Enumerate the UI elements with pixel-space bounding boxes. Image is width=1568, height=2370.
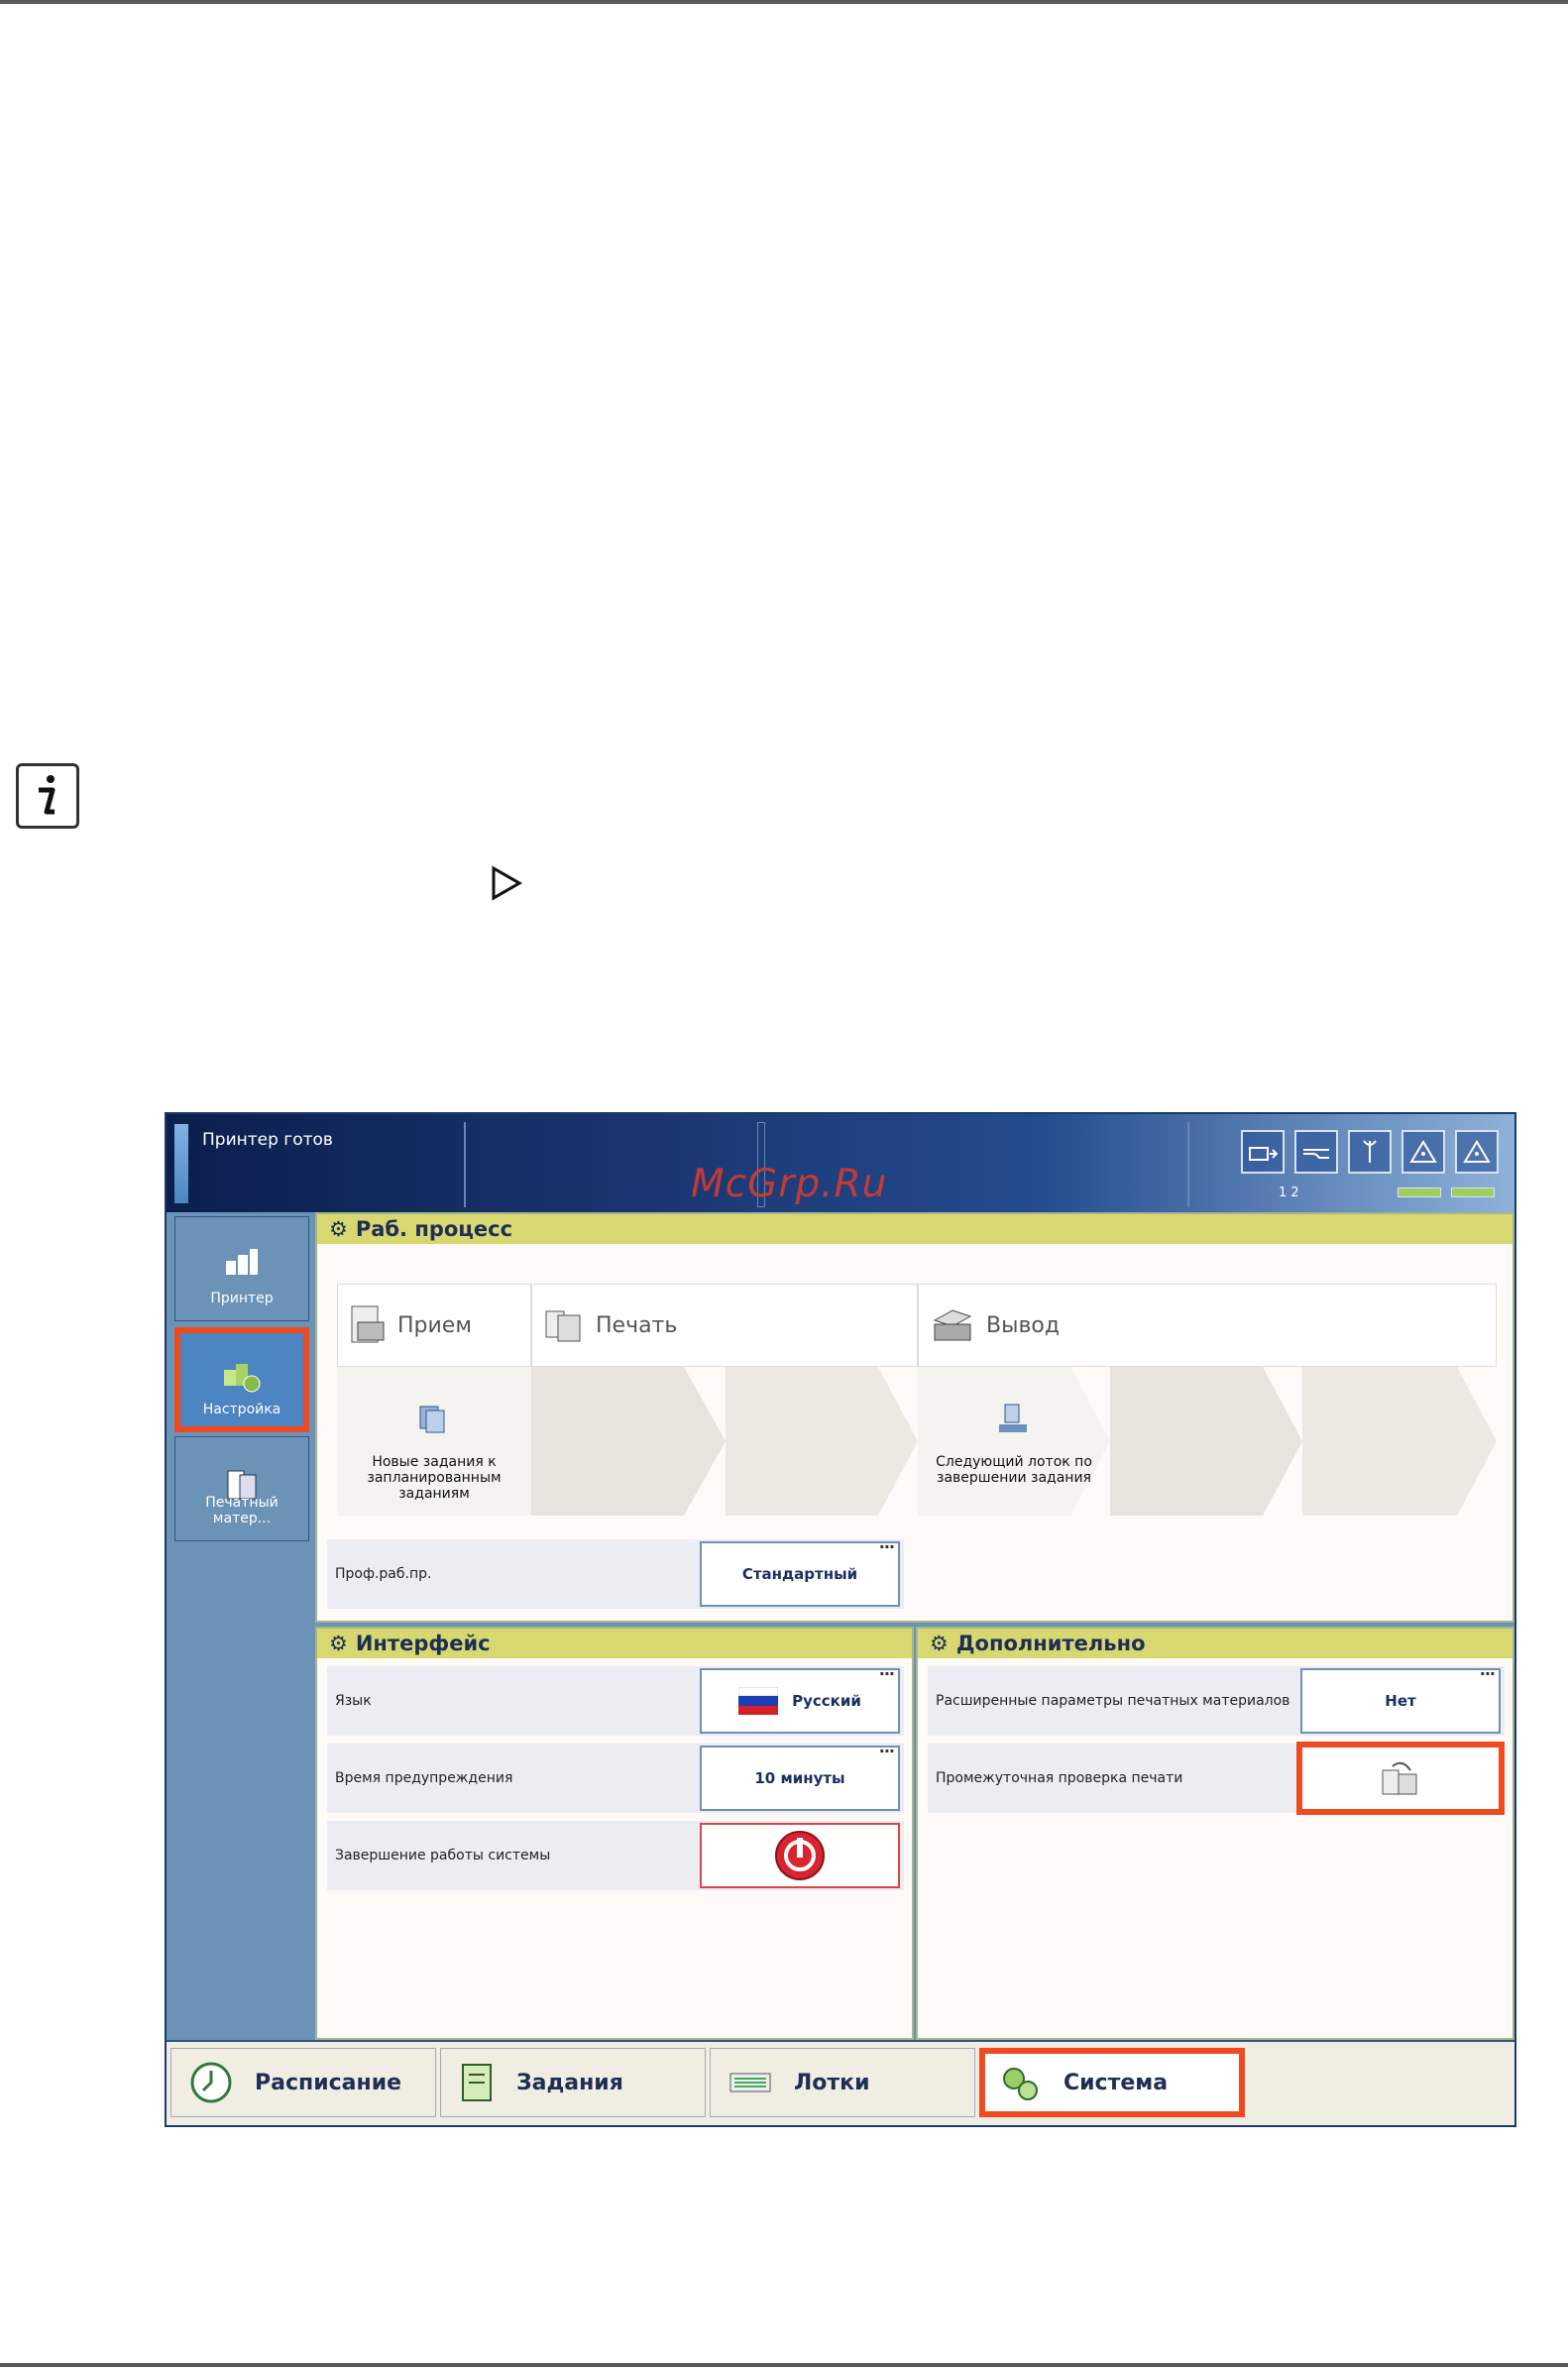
clock-icon (190, 2062, 232, 2103)
warning-row: Время предупреждения ··· 10 минуты (327, 1742, 904, 1813)
sidebar-item-label: Настройка (202, 1402, 281, 1417)
header-divider (1187, 1122, 1189, 1207)
tray-numbers: 1 2 (1279, 1185, 1299, 1200)
power-icon (775, 1831, 825, 1880)
tab-label: Лотки (794, 2070, 870, 2095)
bottom-tab-bar: Расписание Задания Лотки Система (167, 2040, 1514, 2125)
printer-icon (226, 1249, 258, 1275)
language-label: Язык (335, 1693, 372, 1709)
proof-print-icon (1382, 1761, 1417, 1795)
tab-label: Расписание (255, 2070, 402, 2095)
header-stripe (174, 1124, 188, 1203)
profile-row: Проф.раб.пр. ··· Стандартный (327, 1537, 904, 1609)
more-icon: ··· (878, 1664, 895, 1683)
paper-path-icon[interactable] (1294, 1130, 1338, 1174)
sidebar: Принтер Настройка Печатный матер... (167, 1212, 315, 2040)
shutdown-button[interactable] (700, 1823, 900, 1888)
bottom-rule (0, 2363, 1568, 2367)
panel-gear-icon: ⚙ (329, 1632, 348, 1655)
printer-queue-icon[interactable] (1241, 1130, 1285, 1174)
tab-jobs[interactable]: Задания (440, 2048, 706, 2117)
panel-gear-icon: ⚙ (329, 1217, 348, 1241)
stage-label: Вывод (986, 1312, 1061, 1338)
shutdown-row: Завершение работы системы (327, 1821, 904, 1890)
toner-level-bar (1398, 1187, 1441, 1197)
sidebar-item-label: Печатный матер... (205, 1495, 279, 1526)
tab-trays[interactable]: Лотки (710, 2048, 975, 2117)
stage-label: Печать (596, 1312, 678, 1338)
wrench-icon[interactable] (1348, 1130, 1392, 1174)
step-arrow-icon (492, 865, 523, 901)
printer-status: Принтер готов (202, 1130, 333, 1150)
panel-gear-icon: ⚙ (930, 1632, 949, 1655)
printer-ui-screenshot: Принтер готов 1 2 Принтер Настройка Печа… (165, 1112, 1516, 2127)
output-tile-text: Следующий лоток по завершении задания (936, 1454, 1092, 1486)
panel-title: Дополнительно (955, 1632, 1146, 1655)
profile-label: Проф.раб.пр. (335, 1566, 432, 1582)
stage-print[interactable]: Печать (531, 1284, 918, 1367)
shutdown-label: Завершение работы системы (335, 1848, 551, 1863)
language-button[interactable]: ··· Русский (700, 1664, 900, 1734)
receive-icon (351, 1305, 385, 1343)
tab-label: Задания (516, 2070, 623, 2095)
toner-icon[interactable] (1455, 1130, 1499, 1174)
header-divider (464, 1122, 466, 1207)
additional-panel: ⚙ Дополнительно Расширенные параметры печ… (916, 1627, 1514, 2040)
warning-value: 10 минуты (754, 1769, 845, 1787)
print-icon (545, 1310, 581, 1342)
more-icon: ··· (878, 1537, 895, 1556)
more-icon: ··· (1479, 1664, 1496, 1683)
info-icon (16, 763, 79, 829)
stage-label: Прием (397, 1312, 472, 1338)
workflow-panel: ⚙ Раб. процесс Прием Печать Вывод Новые … (315, 1212, 1514, 1623)
toner-level-bar (1451, 1187, 1495, 1197)
check-label: Промежуточная проверка печати (936, 1770, 1183, 1786)
media-value: Нет (1385, 1692, 1416, 1710)
warning-label: Время предупреждения (335, 1770, 513, 1786)
tab-system[interactable]: Система (979, 2048, 1245, 2117)
media-row: Расширенные параметры печатных материало… (928, 1664, 1505, 1736)
sidebar-item-media[interactable]: Печатный матер... (174, 1436, 309, 1541)
panel-title: Интерфейс (355, 1632, 491, 1655)
stage-receive[interactable]: Прием (337, 1284, 531, 1367)
media-label: Расширенные параметры печатных материало… (936, 1693, 1290, 1709)
interface-panel: ⚙ Интерфейс Язык ··· Русский Время предуп… (315, 1627, 914, 2040)
gears-icon (1003, 2068, 1038, 2100)
media-button[interactable]: ··· Нет (1300, 1664, 1501, 1734)
top-rule (0, 0, 1568, 4)
sidebar-item-label: Принтер (210, 1291, 274, 1306)
check-row: Промежуточная проверка печати (928, 1742, 1505, 1815)
sidebar-item-printer[interactable]: Принтер (174, 1216, 309, 1321)
profile-value: Стандартный (741, 1565, 858, 1583)
tab-schedule[interactable]: Расписание (170, 2048, 436, 2117)
tab-label: Система (1064, 2070, 1169, 2095)
jobs-icon (462, 2064, 492, 2101)
next-tray-icon (999, 1404, 1027, 1432)
stage-output[interactable]: Вывод (918, 1284, 1497, 1367)
warning-button[interactable]: ··· 10 минуты (700, 1742, 900, 1811)
sidebar-item-settings[interactable]: Настройка (174, 1327, 309, 1432)
panel-title: Раб. процесс (355, 1217, 513, 1241)
watermark: McGrp.Ru (691, 1162, 888, 1206)
intermediate-check-button[interactable] (1296, 1742, 1505, 1815)
toner-icon[interactable] (1401, 1130, 1445, 1174)
settings-icon (224, 1364, 261, 1393)
russian-flag-icon (738, 1687, 779, 1715)
language-row: Язык ··· Русский (327, 1664, 904, 1736)
language-value: Русский (792, 1692, 861, 1710)
trays-icon (729, 2073, 771, 2092)
receive-tile-text: Новые задания к запланированным заданиям (367, 1454, 502, 1502)
more-icon: ··· (878, 1742, 895, 1760)
profile-button[interactable]: ··· Стандартный (700, 1537, 900, 1607)
output-icon (933, 1309, 972, 1341)
new-jobs-icon (419, 1406, 445, 1433)
